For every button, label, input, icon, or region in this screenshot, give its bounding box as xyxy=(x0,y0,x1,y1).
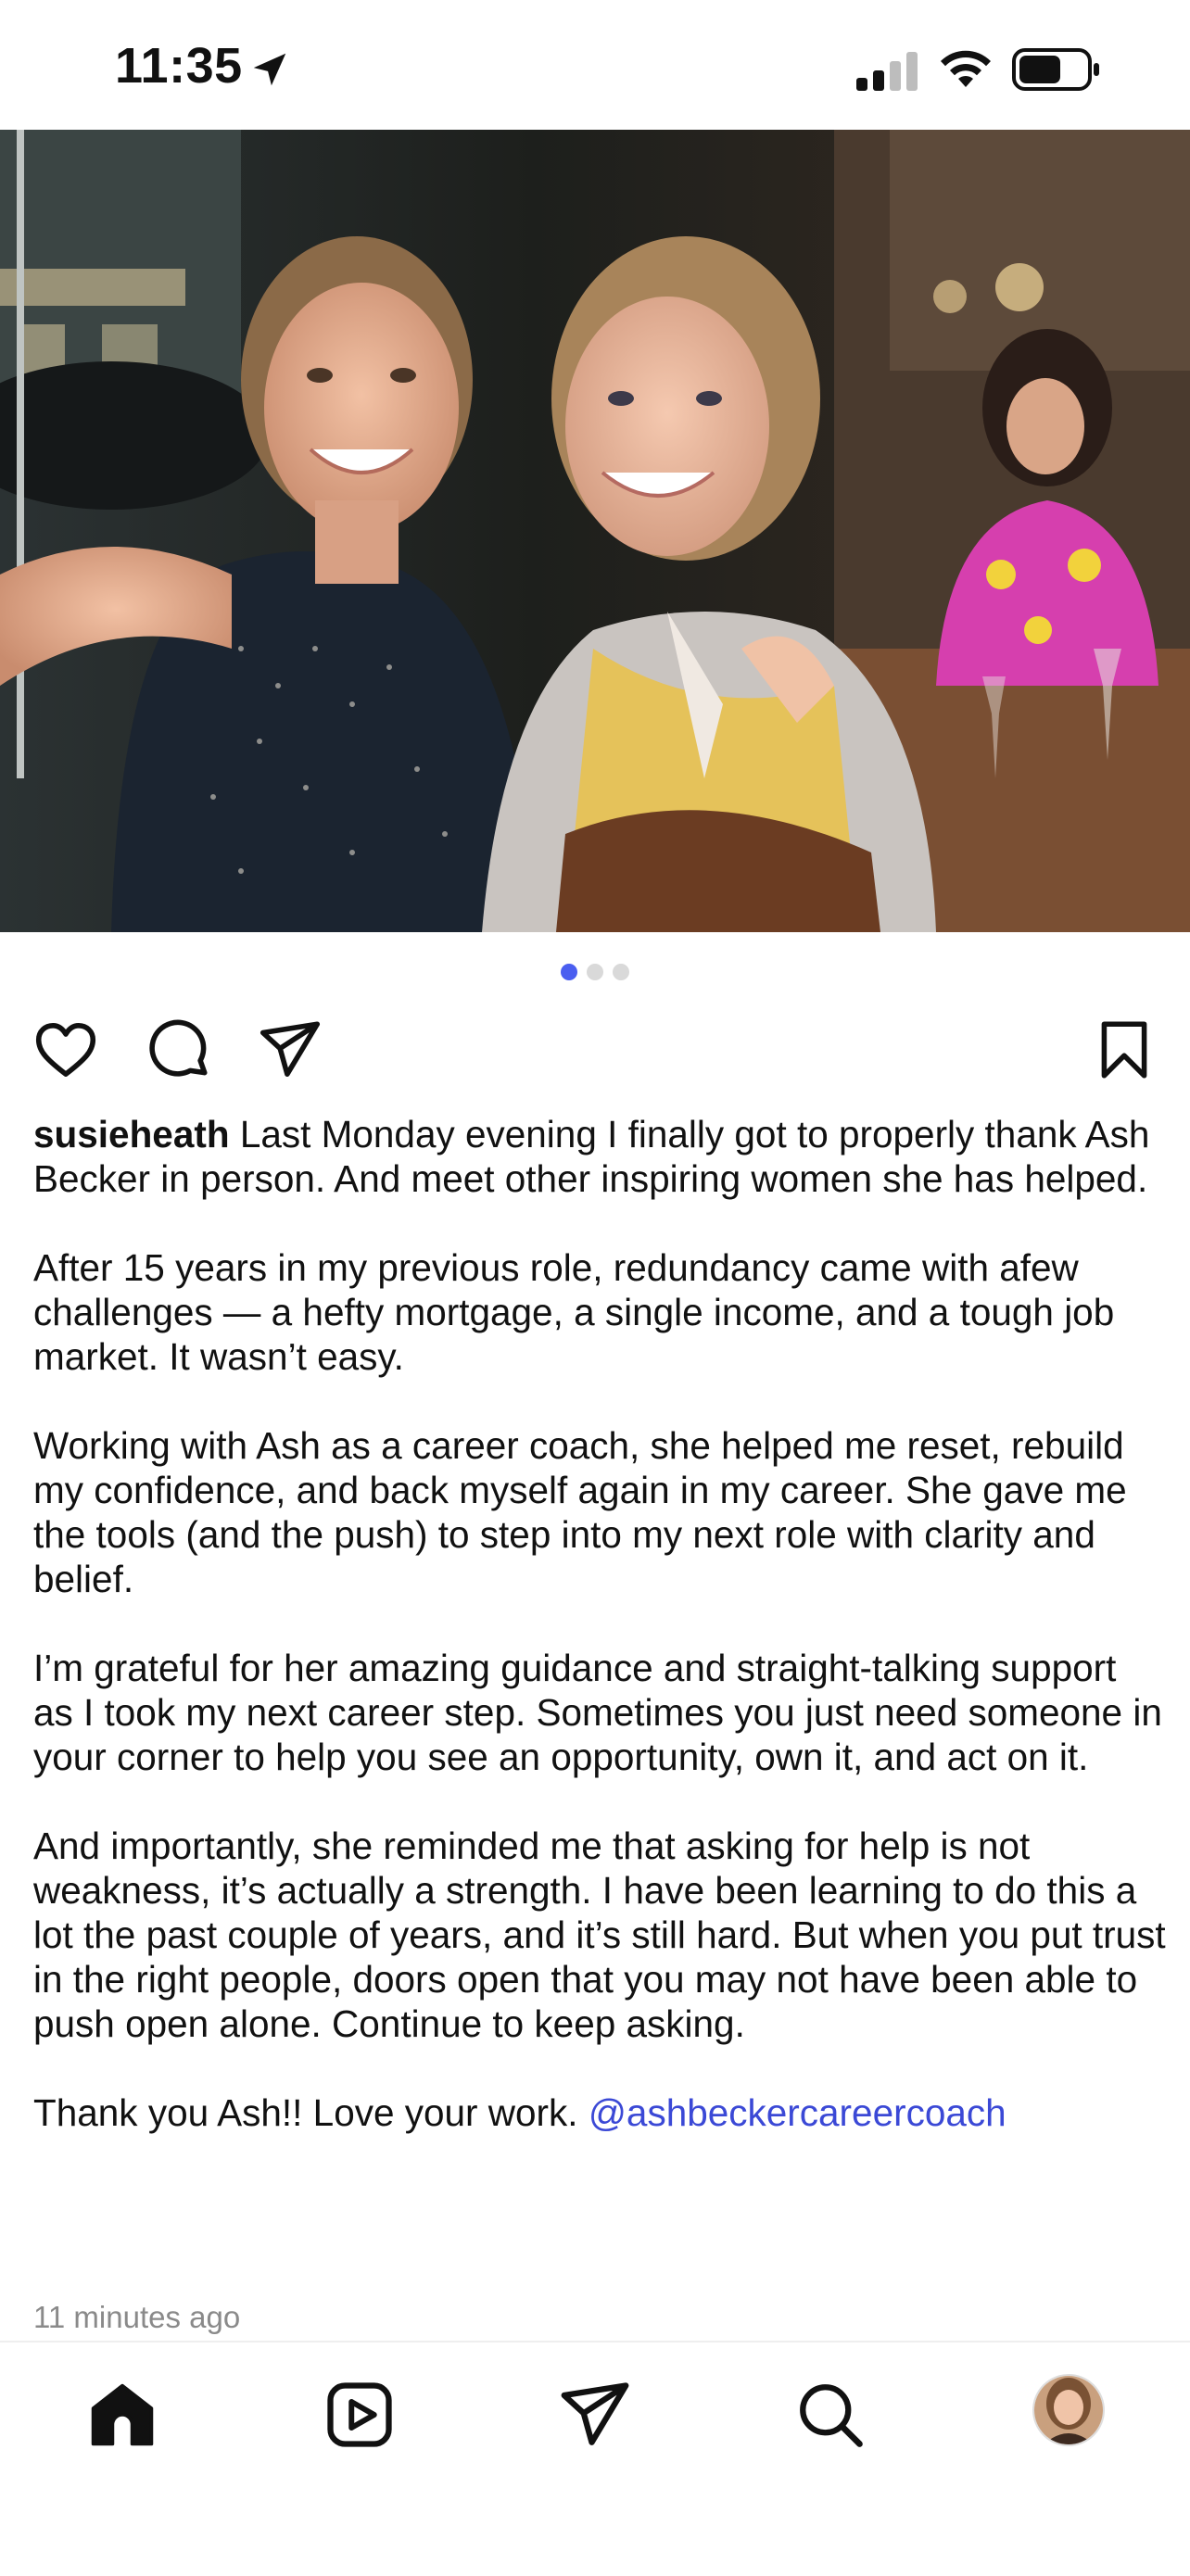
status-time: 11:35 xyxy=(115,38,243,94)
nav-direct-messages[interactable] xyxy=(556,2376,634,2454)
caption-paragraph-2: After 15 years in my previous role, redu… xyxy=(33,1246,1115,1378)
post-actions xyxy=(0,1016,1190,1084)
search-icon xyxy=(800,2384,863,2447)
carousel-indicator xyxy=(0,964,1190,984)
mention-link[interactable]: @ashbeckercareercoach xyxy=(589,2091,1006,2134)
home-icon xyxy=(91,2383,154,2446)
status-bar: 11:35 xyxy=(0,0,1190,130)
cellular-signal-icon xyxy=(856,52,918,91)
caption-paragraph-5: And importantly, she reminded me that as… xyxy=(33,1825,1166,2045)
post-image xyxy=(0,130,1190,932)
nav-search[interactable] xyxy=(791,2376,869,2454)
nav-home[interactable] xyxy=(83,2376,161,2454)
like-button[interactable] xyxy=(32,1016,100,1084)
post-caption: susieheath Last Monday evening I finally… xyxy=(33,1112,1166,2135)
direct-message-icon xyxy=(561,2382,629,2445)
nav-reels[interactable] xyxy=(321,2376,399,2454)
heart-icon xyxy=(35,1023,96,1077)
avatar-image xyxy=(1034,2376,1103,2444)
profile-avatar[interactable] xyxy=(1032,2374,1105,2446)
comment-icon xyxy=(149,1019,208,1077)
post-timestamp: 11 minutes ago xyxy=(33,2300,241,2334)
caption-paragraph-3: Working with Ash as a career coach, she … xyxy=(33,1424,1127,1600)
share-button[interactable] xyxy=(256,1016,324,1084)
carousel-dot-1 xyxy=(561,964,577,980)
bottom-nav xyxy=(0,2341,1190,2576)
wifi-icon xyxy=(941,50,991,87)
comment-button[interactable] xyxy=(145,1016,213,1084)
bookmark-icon xyxy=(1101,1021,1147,1079)
reels-icon xyxy=(327,2382,392,2447)
closing-text: Thank you Ash!! Love your work. xyxy=(33,2091,578,2134)
caption-closing: Thank you Ash!! Love your work. @ashbeck… xyxy=(33,2090,1166,2135)
caption-paragraph-4: I’m grateful for her amazing guidance an… xyxy=(33,1647,1162,1778)
post-photo[interactable] xyxy=(0,130,1190,932)
save-button[interactable] xyxy=(1090,1016,1158,1084)
caption-paragraph-1: susieheath Last Monday evening I finally… xyxy=(33,1112,1166,1201)
share-icon xyxy=(260,1021,321,1077)
carousel-dot-3 xyxy=(613,964,629,980)
username-link[interactable]: susieheath xyxy=(33,1113,230,1155)
carousel-dot-2 xyxy=(587,964,603,980)
location-arrow-icon xyxy=(253,53,286,86)
battery-icon xyxy=(1012,48,1099,91)
